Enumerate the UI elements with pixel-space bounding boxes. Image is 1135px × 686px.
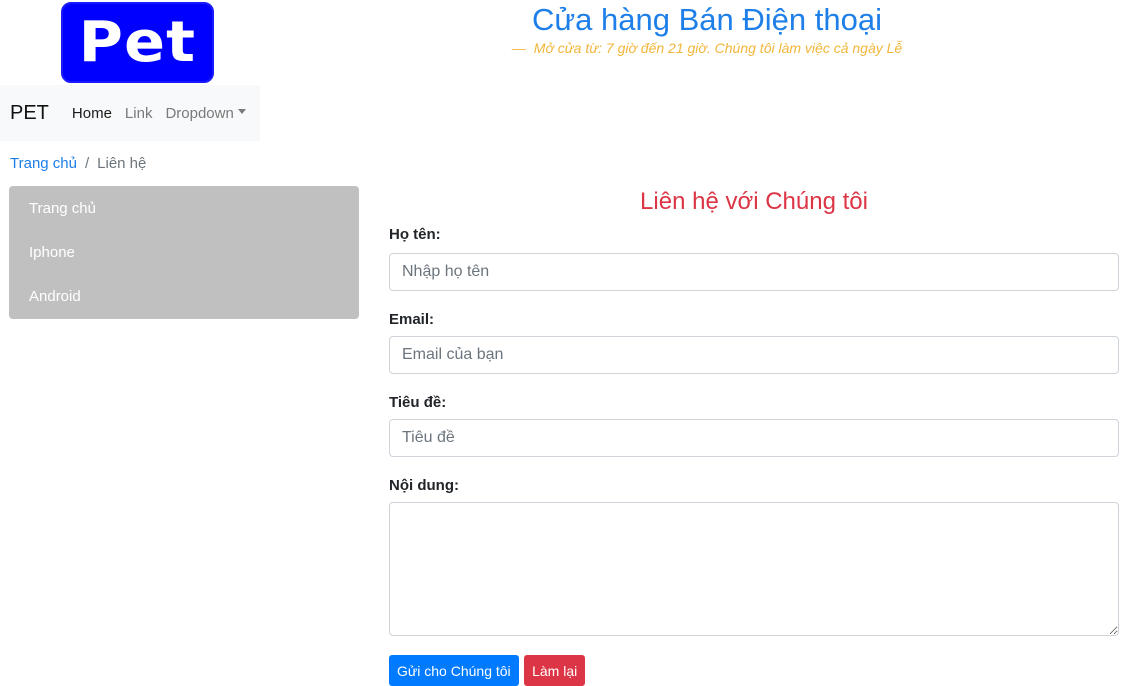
nav-link-link[interactable]: Link bbox=[125, 105, 153, 122]
name-label: Họ tên: bbox=[389, 226, 441, 243]
caret-down-icon bbox=[237, 109, 246, 115]
content-label: Nội dung: bbox=[389, 477, 459, 494]
sidebar-menu: Trang chủ Iphone Android bbox=[9, 186, 359, 319]
nav-dropdown-toggle[interactable]: Dropdown bbox=[165, 104, 246, 122]
slogan-text: Mở cửa từ: 7 giờ đến 21 giờ. Chúng tôi l… bbox=[533, 40, 903, 56]
nav-link-home[interactable]: Home bbox=[72, 105, 112, 122]
site-logo[interactable]: Pet bbox=[61, 2, 214, 83]
site-title: Cửa hàng Bán Điện thoại bbox=[532, 2, 882, 37]
form-title: Liên hệ với Chúng tôi bbox=[640, 188, 868, 215]
content-textarea[interactable] bbox=[389, 502, 1119, 636]
sidebar-item-home[interactable]: Trang chủ bbox=[9, 186, 359, 230]
site-slogan: — Mở cửa từ: 7 giờ đến 21 giờ. Chúng tôi … bbox=[380, 40, 1034, 56]
subject-input[interactable] bbox=[389, 419, 1119, 457]
subject-label: Tiêu đề: bbox=[389, 394, 447, 411]
breadcrumb-home-link[interactable]: Trang chủ bbox=[10, 155, 77, 172]
sidebar-item-iphone[interactable]: Iphone bbox=[9, 230, 359, 274]
name-input[interactable] bbox=[389, 253, 1119, 291]
submit-button[interactable]: Gửi cho Chúng tôi bbox=[389, 655, 519, 686]
reset-button[interactable]: Làm lại bbox=[524, 655, 586, 686]
sidebar-item-android[interactable]: Android bbox=[9, 274, 359, 318]
breadcrumb-separator: / bbox=[84, 155, 90, 172]
navbar-brand[interactable]: PET bbox=[10, 102, 49, 125]
slogan-dash: — bbox=[511, 40, 526, 56]
navbar: PET Home Link Dropdown bbox=[0, 85, 260, 141]
contact-form: Liên hệ với Chúng tôi Họ tên: Email: Tiê… bbox=[389, 186, 1119, 686]
breadcrumb-current: Liên hệ bbox=[97, 155, 147, 172]
logo-text: Pet bbox=[78, 9, 197, 75]
breadcrumb: Trang chủ / Liên hệ bbox=[10, 155, 146, 172]
nav-dropdown-label: Dropdown bbox=[165, 104, 234, 122]
email-label: Email: bbox=[389, 311, 435, 328]
email-input[interactable] bbox=[389, 336, 1119, 374]
form-actions: Gửi cho Chúng tôi Làm lại bbox=[389, 655, 1119, 686]
